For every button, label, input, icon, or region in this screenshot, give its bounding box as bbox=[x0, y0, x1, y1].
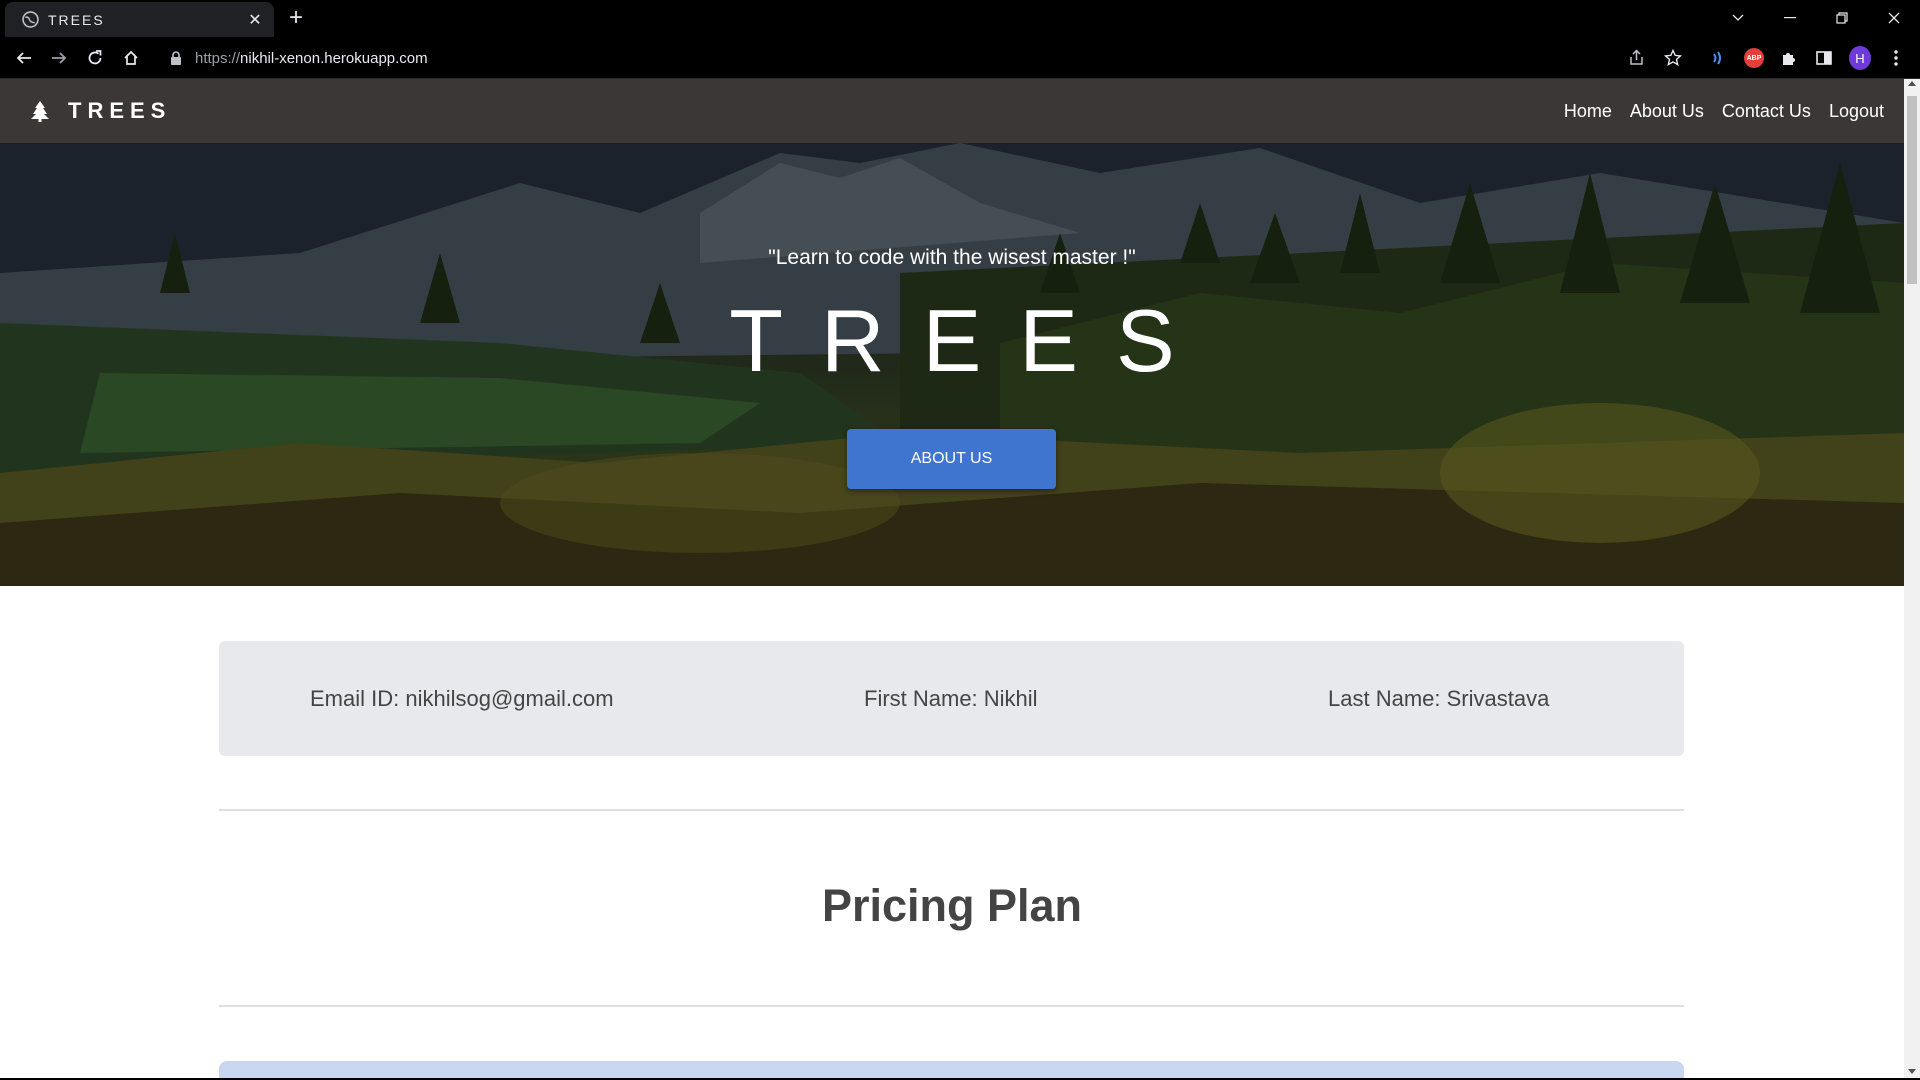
extensions-puzzle-icon[interactable] bbox=[1778, 47, 1800, 69]
tab-title: TREES bbox=[48, 11, 105, 28]
url-protocol: https:// bbox=[195, 49, 241, 67]
tree-icon bbox=[31, 101, 49, 122]
scroll-up-icon[interactable] bbox=[1908, 81, 1916, 86]
site-brand[interactable]: TREES bbox=[30, 98, 171, 124]
site-navbar: TREES Home About Us Contact Us Logout bbox=[0, 79, 1904, 143]
nav-home[interactable]: Home bbox=[1564, 101, 1612, 122]
nav-about-us[interactable]: About Us bbox=[1630, 101, 1704, 122]
adblock-icon[interactable]: ABP bbox=[1743, 47, 1765, 69]
minimize-icon[interactable] bbox=[1764, 0, 1816, 36]
hero-banner: "Learn to code with the wisest master !"… bbox=[0, 143, 1904, 586]
bookmark-star-icon[interactable] bbox=[1662, 47, 1684, 69]
divider bbox=[219, 809, 1684, 811]
hero-quote: "Learn to code with the wisest master !" bbox=[768, 246, 1136, 269]
url-host: nikhil-xenon.herokuapp.com bbox=[240, 49, 428, 67]
reload-icon[interactable] bbox=[83, 46, 107, 70]
about-us-button[interactable]: ABOUT US bbox=[847, 429, 1056, 489]
back-icon[interactable] bbox=[12, 46, 36, 70]
side-panel-icon[interactable] bbox=[1813, 47, 1835, 69]
close-window-icon[interactable] bbox=[1868, 0, 1920, 36]
tab-search-icon[interactable] bbox=[1712, 0, 1764, 36]
pricing-plan-heading: Pricing Plan bbox=[821, 880, 1083, 931]
brand-name: TREES bbox=[68, 98, 172, 123]
browser-menu-icon[interactable] bbox=[1885, 47, 1907, 69]
pricing-card bbox=[219, 1061, 1684, 1078]
scroll-thumb[interactable] bbox=[1907, 96, 1917, 284]
profile-avatar[interactable]: H bbox=[1849, 46, 1871, 70]
address-bar[interactable]: https://nikhil-xenon.herokuapp.com bbox=[160, 42, 1610, 74]
forward-icon[interactable] bbox=[47, 46, 71, 70]
restore-icon[interactable] bbox=[1816, 0, 1868, 36]
extension-audio-icon[interactable] bbox=[1707, 47, 1729, 69]
home-icon[interactable] bbox=[119, 46, 143, 70]
user-email: Email ID: nikhilsog@gmail.com bbox=[310, 685, 614, 711]
user-last-name: Last Name: Srivastava bbox=[1328, 685, 1550, 711]
page-viewport: TREES Home About Us Contact Us Logout "L… bbox=[0, 79, 1904, 1078]
browser-tabbar: TREES ✕ + bbox=[0, 0, 1920, 37]
close-tab-icon[interactable]: ✕ bbox=[246, 10, 264, 30]
divider bbox=[219, 1005, 1684, 1007]
scroll-down-icon[interactable] bbox=[1908, 1069, 1916, 1074]
lock-icon[interactable] bbox=[169, 51, 183, 65]
browser-tab[interactable]: TREES ✕ bbox=[5, 2, 274, 37]
nav-contact-us[interactable]: Contact Us bbox=[1722, 101, 1811, 122]
nav-logout[interactable]: Logout bbox=[1829, 101, 1884, 122]
page-scrollbar[interactable] bbox=[1904, 79, 1920, 1078]
share-icon[interactable] bbox=[1626, 47, 1648, 69]
hero-title: TREES bbox=[729, 291, 1213, 390]
user-info-card: Email ID: nikhilsog@gmail.com First Name… bbox=[219, 641, 1684, 756]
user-first-name: First Name: Nikhil bbox=[864, 685, 1038, 711]
browser-toolbar: https://nikhil-xenon.herokuapp.com ABP H bbox=[0, 37, 1920, 79]
new-tab-icon[interactable]: + bbox=[289, 5, 303, 31]
globe-icon bbox=[22, 11, 39, 28]
